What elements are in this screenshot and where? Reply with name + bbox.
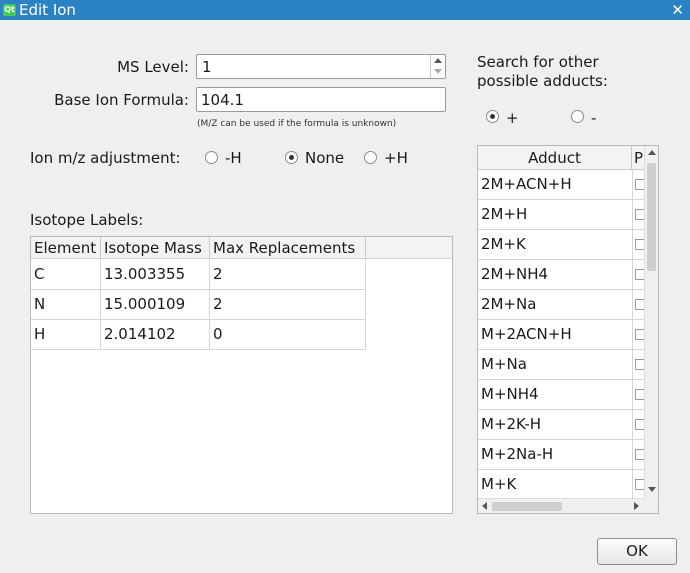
adduct-name: M+NH4 — [481, 385, 539, 403]
title-bar: Qt Edit Ion ✕ — [0, 0, 690, 20]
adducts-vertical-scrollbar[interactable] — [644, 146, 658, 498]
table-cell[interactable]: 2.014102 — [101, 320, 210, 350]
column-divider — [632, 470, 633, 500]
adduct-row[interactable]: 2M+ACN+H — [478, 170, 646, 200]
ms-level-spinbox[interactable]: 1 — [196, 54, 446, 79]
scroll-right-arrow-icon[interactable] — [634, 502, 639, 510]
radio-plus-h[interactable] — [364, 151, 377, 164]
adduct-name: M+Na — [481, 355, 527, 373]
table-cell[interactable]: N — [31, 290, 101, 320]
ok-button[interactable]: OK — [597, 538, 677, 565]
ms-level-label: MS Level: — [117, 58, 189, 76]
adduct-row[interactable]: M+K — [478, 470, 646, 500]
isotope-table-header: Element Isotope Mass Max Replacements — [31, 237, 452, 259]
radio-none-label: None — [305, 149, 345, 167]
radio-minus-h[interactable] — [205, 151, 218, 164]
adduct-row[interactable]: M+2Na-H — [478, 440, 646, 470]
radio-positive[interactable] — [486, 110, 499, 123]
adduct-name: 2M+NH4 — [481, 265, 549, 283]
qt-logo-icon: Qt — [3, 4, 16, 16]
adduct-row[interactable]: M+2ACN+H — [478, 320, 646, 350]
column-divider — [632, 380, 633, 410]
base-formula-field[interactable] — [196, 87, 446, 112]
table-row[interactable]: C 13.003355 2 — [31, 260, 366, 290]
table-cell[interactable]: 2 — [210, 290, 366, 320]
column-header-adduct[interactable]: Adduct — [478, 146, 632, 170]
base-formula-label: Base Ion Formula: — [54, 91, 189, 109]
adduct-name: 2M+ACN+H — [481, 175, 572, 193]
adducts-heading-line1: Search for other — [477, 53, 599, 71]
table-cell[interactable]: H — [31, 320, 101, 350]
radio-plus-h-label: +H — [384, 149, 408, 167]
column-divider — [632, 440, 633, 470]
radio-positive-label: + — [506, 109, 519, 127]
adduct-name: M+2K-H — [481, 415, 542, 433]
scroll-left-arrow-icon[interactable] — [482, 502, 487, 510]
base-formula-input[interactable] — [201, 90, 439, 110]
column-header-element[interactable]: Element — [31, 237, 101, 259]
vertical-scroll-thumb[interactable] — [647, 163, 656, 271]
column-header-isotope-mass[interactable]: Isotope Mass — [101, 237, 210, 259]
radio-negative-label: - — [591, 109, 597, 127]
close-icon[interactable]: ✕ — [671, 0, 684, 20]
scroll-up-arrow-icon[interactable] — [648, 150, 656, 155]
horizontal-scroll-thumb[interactable] — [492, 502, 562, 511]
table-cell[interactable]: 15.000109 — [101, 290, 210, 320]
table-cell[interactable]: 0 — [210, 320, 366, 350]
column-divider — [632, 290, 633, 320]
adduct-row[interactable]: 2M+H — [478, 200, 646, 230]
adduct-name: 2M+H — [481, 205, 528, 223]
adduct-row[interactable]: 2M+Na — [478, 290, 646, 320]
column-header-max-replacements[interactable]: Max Replacements — [210, 237, 366, 259]
table-cell[interactable]: 13.003355 — [101, 260, 210, 290]
table-row[interactable]: H 2.014102 0 — [31, 320, 366, 350]
adduct-name: M+2ACN+H — [481, 325, 572, 343]
adducts-horizontal-scrollbar[interactable] — [478, 498, 644, 513]
adduct-name: 2M+K — [481, 235, 526, 253]
table-cell[interactable]: C — [31, 260, 101, 290]
radio-none[interactable] — [285, 151, 298, 164]
adduct-name: M+K — [481, 475, 517, 493]
isotope-labels-heading: Isotope Labels: — [30, 211, 144, 229]
scroll-down-arrow-icon[interactable] — [648, 487, 656, 492]
table-cell[interactable]: 2 — [210, 260, 366, 290]
adducts-table[interactable]: Adduct P 2M+ACN+H 2M+H 2M+K 2M+NH4 2M+Na… — [477, 145, 659, 514]
radio-negative[interactable] — [571, 110, 584, 123]
adjustment-label: Ion m/z adjustment: — [30, 149, 181, 167]
column-divider — [632, 260, 633, 290]
spin-buttons — [430, 55, 445, 78]
radio-minus-h-label: -H — [225, 149, 242, 167]
adduct-row[interactable]: M+NH4 — [478, 380, 646, 410]
column-divider — [632, 200, 633, 230]
adduct-name: M+2Na-H — [481, 445, 554, 463]
table-row[interactable]: N 15.000109 2 — [31, 290, 366, 320]
isotope-table[interactable]: Element Isotope Mass Max Replacements C … — [30, 236, 453, 514]
adduct-name: 2M+Na — [481, 295, 537, 313]
window-title: Edit Ion — [19, 1, 76, 19]
column-divider — [632, 410, 633, 440]
column-divider — [632, 320, 633, 350]
formula-hint: (M/Z can be used if the formula is unkno… — [197, 119, 397, 129]
spin-up-arrow-icon[interactable] — [434, 58, 442, 63]
adducts-table-header: Adduct P — [478, 146, 644, 170]
ms-level-value: 1 — [202, 58, 212, 76]
adduct-row[interactable]: 2M+NH4 — [478, 260, 646, 290]
column-divider — [632, 230, 633, 260]
adduct-row[interactable]: M+2K-H — [478, 410, 646, 440]
scrollbar-corner — [644, 498, 658, 513]
column-divider — [632, 170, 633, 200]
spin-down-arrow-icon[interactable] — [434, 69, 442, 74]
column-divider — [632, 350, 633, 380]
adducts-heading-line2: possible adducts: — [477, 72, 608, 90]
adduct-row[interactable]: 2M+K — [478, 230, 646, 260]
adduct-row[interactable]: M+Na — [478, 350, 646, 380]
